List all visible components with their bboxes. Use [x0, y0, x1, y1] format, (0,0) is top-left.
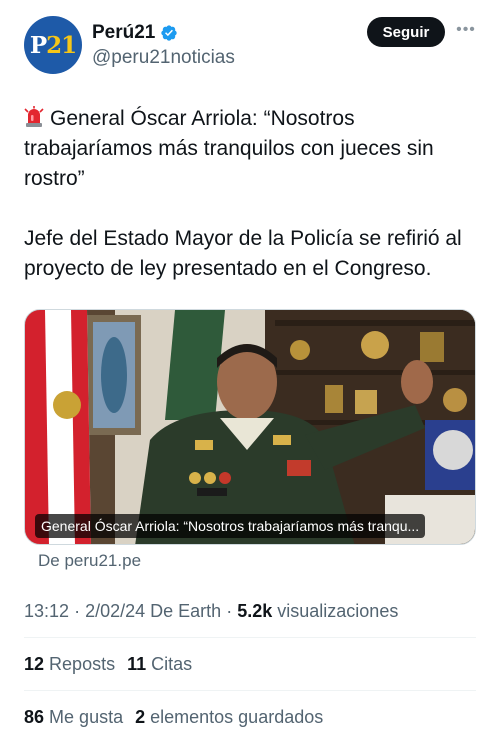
meta-separator: ·: [226, 601, 238, 621]
likes-label: Me gusta: [49, 707, 124, 727]
tweet-text-line1: General Óscar Arriola: “Nosotros trabaja…: [24, 107, 434, 190]
quotes-stat[interactable]: 11 Citas: [127, 654, 192, 675]
tweet-header: P21 Perú21 @peru21noticias Seguir •••: [24, 16, 476, 76]
tweet-body: General Óscar Arriola: “Nosotros trabaja…: [24, 104, 476, 284]
tweet-client: De Earth: [150, 601, 222, 621]
divider: [24, 690, 476, 691]
tweet-time[interactable]: 13:12: [24, 601, 69, 621]
link-card[interactable]: General Óscar Arriola: “Nosotros trabaja…: [24, 309, 476, 545]
tweet-paragraph-2: Jefe del Estado Mayor de la Policía se r…: [24, 227, 462, 280]
bookmarks-stat[interactable]: 2 elementos guardados: [135, 707, 323, 728]
bookmarks-label: elementos guardados: [150, 707, 324, 727]
views-count: 5.2k: [237, 601, 273, 621]
display-name[interactable]: Perú21: [92, 22, 155, 44]
avatar-logo-text: P21: [29, 31, 77, 59]
likes-count: 86: [24, 707, 45, 727]
quotes-label: Citas: [151, 654, 193, 674]
reposts-stat[interactable]: 12 Reposts: [24, 654, 115, 675]
rotating-light-icon: [24, 106, 44, 127]
engagement-row-reposts: 12 Reposts 11 Citas: [24, 654, 204, 675]
meta-separator: ·: [74, 601, 86, 621]
name-row: Perú21: [92, 22, 178, 44]
tweet-paragraph-1: General Óscar Arriola: “Nosotros trabaja…: [24, 104, 476, 194]
follow-button[interactable]: Seguir: [367, 17, 445, 47]
more-horizontal-icon[interactable]: •••: [456, 20, 476, 40]
engagement-row-likes: 86 Me gusta 2 elementos guardados: [24, 707, 335, 728]
bookmarks-count: 2: [135, 707, 146, 727]
likes-stat[interactable]: 86 Me gusta: [24, 707, 123, 728]
avatar[interactable]: P21: [24, 16, 82, 74]
card-source-link[interactable]: De peru21.pe: [38, 551, 141, 571]
tweet-meta: 13:12 · 2/02/24 De Earth · 5.2k visualiz…: [24, 601, 398, 622]
account-handle[interactable]: @peru21noticias: [92, 47, 235, 69]
reposts-label: Reposts: [49, 654, 116, 674]
verified-badge-icon: [161, 25, 178, 41]
views-label: visualizaciones: [277, 601, 399, 621]
tweet-date[interactable]: 2/02/24: [85, 601, 145, 621]
divider: [24, 637, 476, 638]
reposts-count: 12: [24, 654, 45, 674]
quotes-count: 11: [127, 654, 147, 674]
card-photo: [25, 310, 475, 544]
card-caption: General Óscar Arriola: “Nosotros trabaja…: [35, 514, 426, 538]
